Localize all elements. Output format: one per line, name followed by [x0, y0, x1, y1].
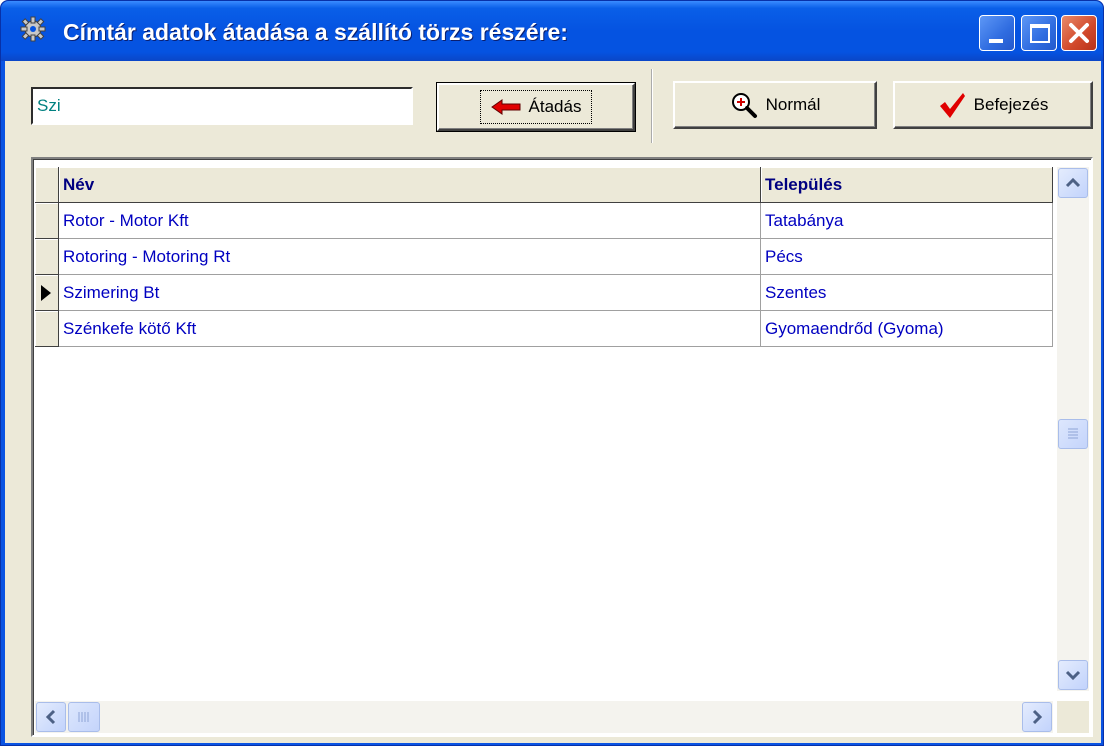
maximize-button[interactable]	[1021, 15, 1057, 51]
title-bar[interactable]: Címtár adatok átadása a szállító törzs r…	[1, 1, 1103, 61]
grip-icon	[78, 712, 89, 722]
scroll-down-button[interactable]	[1058, 660, 1088, 690]
minimize-icon	[989, 39, 1003, 43]
table-row[interactable]: Rotoring - Motoring Rt Pécs	[35, 239, 1053, 275]
vertical-scroll-thumb[interactable]	[1058, 419, 1088, 449]
cell-city[interactable]: Szentes	[761, 275, 1053, 311]
table-row-current[interactable]: Szimering Bt Szentes	[35, 275, 1053, 311]
cell-city[interactable]: Tatabánya	[761, 203, 1053, 239]
client-area: Átadás Normál Befejezés Név Település	[5, 61, 1101, 743]
close-button[interactable]	[1061, 15, 1097, 51]
red-arrow-left-icon	[490, 99, 521, 115]
cell-city[interactable]: Pécs	[761, 239, 1053, 275]
maximize-icon	[1030, 24, 1050, 43]
grip-icon	[1068, 428, 1078, 439]
cell-name[interactable]: Szénkefe kötő Kft	[59, 311, 761, 347]
finish-button[interactable]: Befejezés	[893, 81, 1093, 129]
gear-icon[interactable]	[19, 15, 47, 43]
scrollbar-corner	[1057, 701, 1089, 733]
close-icon	[1069, 23, 1089, 43]
zoom-in-magnifier-icon	[731, 93, 757, 118]
chevron-down-icon	[1065, 670, 1081, 681]
row-indicator[interactable]	[35, 203, 59, 239]
header-indicator-cell	[35, 167, 59, 203]
transfer-button[interactable]: Átadás	[436, 82, 636, 132]
data-grid[interactable]: Név Település Rotor - Motor Kft Tatabány…	[31, 157, 1093, 737]
normal-button[interactable]: Normál	[673, 81, 877, 129]
horizontal-scroll-thumb[interactable]	[68, 702, 100, 732]
vertical-scrollbar[interactable]	[1057, 167, 1089, 691]
horizontal-scrollbar[interactable]	[35, 701, 1053, 733]
scroll-left-button[interactable]	[36, 702, 66, 732]
window-title: Címtár adatok átadása a szállító törzs r…	[63, 19, 568, 45]
cell-name[interactable]: Rotoring - Motoring Rt	[59, 239, 761, 275]
row-indicator[interactable]	[35, 275, 59, 311]
minimize-button[interactable]	[979, 15, 1015, 51]
current-row-arrow-icon	[41, 285, 51, 301]
scroll-right-button[interactable]	[1022, 702, 1052, 732]
cell-city[interactable]: Gyomaendrőd (Gyoma)	[761, 311, 1053, 347]
search-input[interactable]	[31, 87, 413, 125]
normal-label: Normál	[765, 95, 821, 114]
column-header-city[interactable]: Település	[761, 167, 1053, 203]
column-header-name[interactable]: Név	[59, 167, 761, 203]
chevron-left-icon	[45, 709, 56, 725]
row-indicator[interactable]	[35, 311, 59, 347]
table-row[interactable]: Rotor - Motor Kft Tatabánya	[35, 203, 1053, 239]
grid-header-row: Név Település	[35, 167, 1053, 203]
chevron-right-icon	[1032, 709, 1043, 725]
scroll-up-button[interactable]	[1058, 168, 1088, 198]
red-checkmark-icon	[939, 93, 965, 118]
app-window: Címtár adatok átadása a szállító törzs r…	[0, 0, 1104, 746]
cell-name[interactable]: Szimering Bt	[59, 275, 761, 311]
row-indicator[interactable]	[35, 239, 59, 275]
finish-label: Befejezés	[973, 95, 1049, 114]
cell-name[interactable]: Rotor - Motor Kft	[59, 203, 761, 239]
transfer-label: Átadás	[528, 97, 582, 116]
chevron-up-icon	[1065, 177, 1081, 188]
table-row[interactable]: Szénkefe kötő Kft Gyomaendrőd (Gyoma)	[35, 311, 1053, 347]
